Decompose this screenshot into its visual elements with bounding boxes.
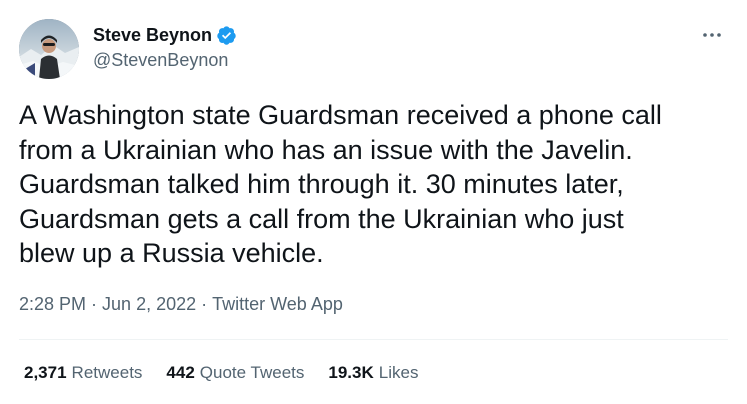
verified-badge-icon: [216, 25, 237, 46]
likes-label: Likes: [378, 363, 419, 382]
retweets-label: Retweets: [71, 363, 143, 382]
tweet-text: A Washington state Guardsman received a …: [19, 100, 662, 268]
author-display-name[interactable]: Steve Beynon: [93, 25, 212, 46]
tweet-time[interactable]: 2:28 PM: [19, 294, 86, 315]
tweet-metadata: 2:28 PM · Jun 2, 2022 · Twitter Web App: [19, 294, 343, 315]
avatar-photo-icon: [19, 19, 79, 79]
meta-separator: ·: [201, 294, 208, 314]
tweet-source[interactable]: Twitter Web App: [212, 294, 343, 315]
quote-tweets-stat[interactable]: 442 Quote Tweets: [166, 363, 304, 383]
meta-separator: ·: [91, 294, 98, 314]
tweet-date[interactable]: Jun 2, 2022: [102, 294, 196, 315]
likes-stat[interactable]: 19.3K Likes: [328, 363, 418, 383]
author-name-row: Steve Beynon: [93, 24, 237, 46]
author-handle[interactable]: @StevenBeynon: [93, 50, 228, 71]
divider: [19, 339, 728, 340]
likes-count: 19.3K: [328, 363, 374, 382]
more-options-button[interactable]: [701, 24, 723, 46]
quote-tweets-label: Quote Tweets: [199, 363, 305, 382]
engagement-stats: 2,371 Retweets 442 Quote Tweets 19.3K Likes: [24, 363, 442, 383]
tweet-card: Steve Beynon @StevenBeynon A Washington …: [0, 0, 747, 404]
quote-tweets-count: 442: [166, 363, 195, 382]
more-horizontal-icon: [703, 33, 721, 37]
retweets-count: 2,371: [24, 363, 67, 382]
retweets-stat[interactable]: 2,371 Retweets: [24, 363, 142, 383]
avatar[interactable]: [19, 19, 79, 79]
